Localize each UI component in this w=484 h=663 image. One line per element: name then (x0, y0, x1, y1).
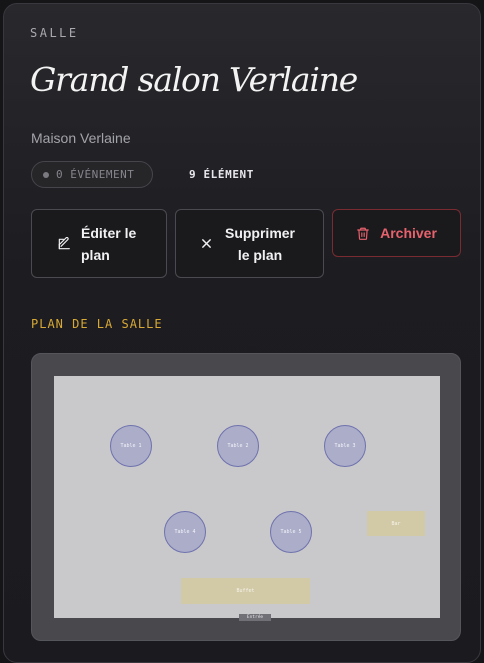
plan-table-1[interactable]: Table 1 (110, 425, 152, 467)
elements-count: 9 ÉLÉMENT (189, 168, 255, 181)
room-title: Grand salon Verlaine (30, 60, 358, 99)
delete-plan-button[interactable]: Supprimer le plan (175, 209, 324, 278)
plan-table-3[interactable]: Table 3 (324, 425, 366, 467)
x-icon (201, 238, 212, 249)
status-dot-icon (43, 171, 49, 178)
events-count-label: 0 ÉVÉNEMENT (56, 168, 135, 181)
archive-button[interactable]: Archiver (332, 209, 461, 257)
trash-icon (356, 226, 370, 241)
floor-plan-canvas: Table 1 Table 2 Table 3 Table 4 Table 5 … (54, 376, 440, 618)
venue-name: Maison Verlaine (31, 130, 131, 146)
plan-section-title: PLAN DE LA SALLE (31, 317, 163, 331)
floor-plan-viewer[interactable]: Table 1 Table 2 Table 3 Table 4 Table 5 … (31, 353, 461, 641)
edit-plan-button[interactable]: Éditer le plan (31, 209, 167, 278)
plan-table-5[interactable]: Table 5 (270, 511, 312, 553)
events-count-badge: 0 ÉVÉNEMENT (31, 161, 153, 188)
plan-table-2[interactable]: Table 2 (217, 425, 259, 467)
delete-plan-label: Supprimer le plan (224, 224, 295, 263)
plan-bar[interactable]: Bar (367, 511, 425, 536)
plan-entry: Entrée (239, 614, 271, 621)
plan-table-4[interactable]: Table 4 (164, 511, 206, 553)
room-eyebrow: SALLE (30, 26, 79, 40)
plan-buffet[interactable]: Buffet (181, 578, 310, 604)
room-card: SALLE Grand salon Verlaine Maison Verlai… (3, 3, 481, 663)
edit-plan-label: Éditer le plan (81, 224, 137, 263)
archive-label: Archiver (380, 225, 437, 241)
pencil-square-icon (57, 236, 71, 251)
